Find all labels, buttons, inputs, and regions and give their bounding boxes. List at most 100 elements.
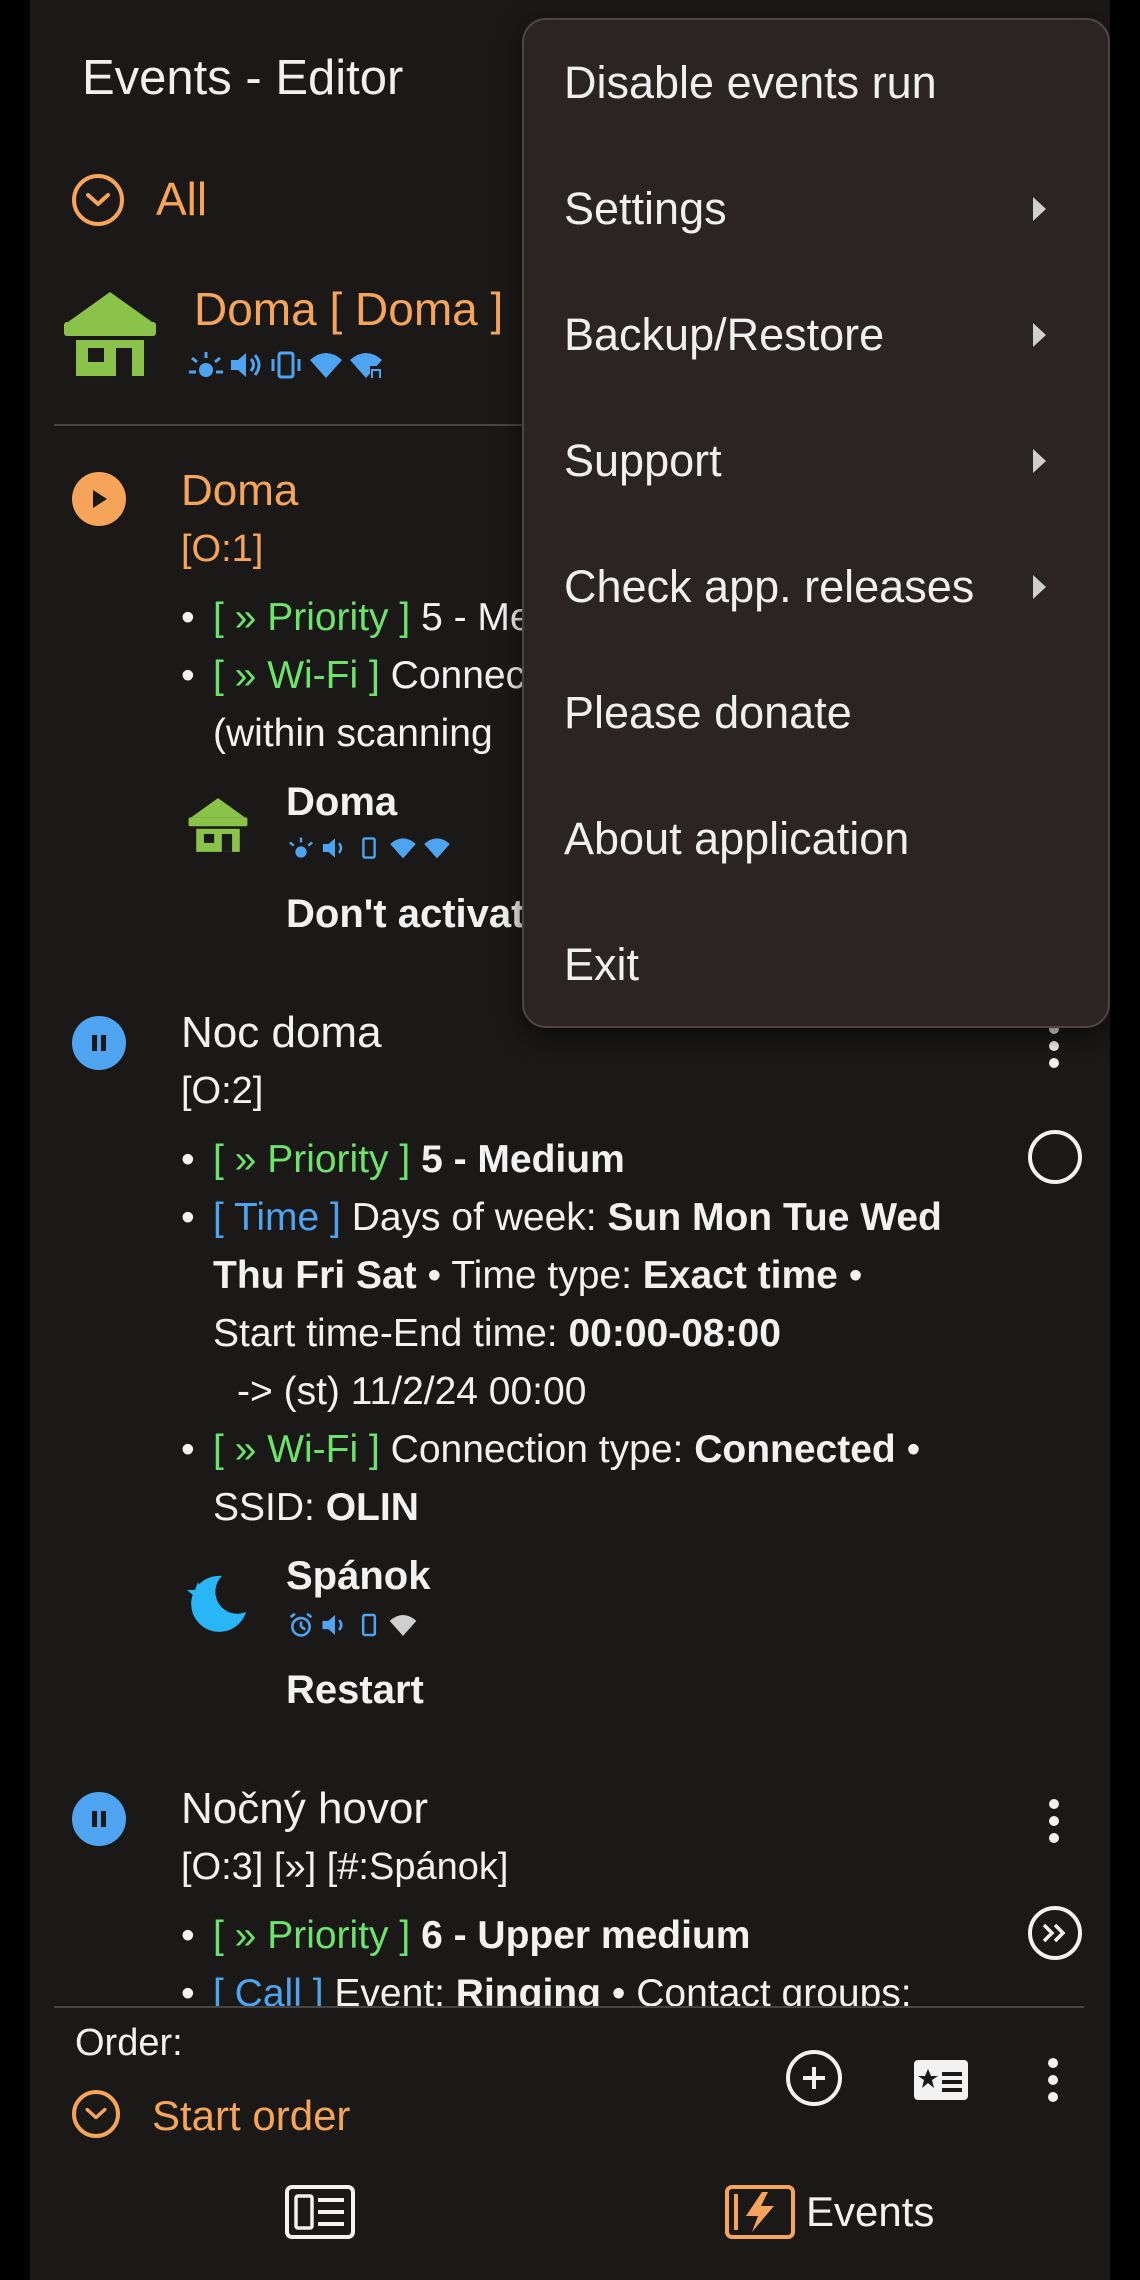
time-days-value: Sun Mon Tue Wed (607, 1196, 942, 1239)
time-type-label: • Time type: (427, 1254, 632, 1297)
brightness-icon (289, 837, 313, 858)
event-forward-status-icon[interactable] (1028, 1906, 1082, 1960)
overflow-menu: Disable events run Settings Backup/Resto… (522, 18, 1110, 1028)
priority-value: 5 - Me (421, 596, 532, 639)
event-start-status-icon[interactable] (1028, 1130, 1082, 1184)
event-name[interactable]: Noc doma (181, 1008, 382, 1058)
time-start-info: -> (st) 11/2/24 00:00 (237, 1370, 587, 1413)
time-line-2: Thu Fri Sat • Time type: Exact time • (213, 1254, 862, 1298)
time-days-value-cont: Thu Fri Sat (213, 1254, 417, 1297)
profile-card-icon[interactable] (912, 2058, 970, 2107)
event-profile-action: Don't activat (286, 892, 525, 936)
event-more-menu-icon[interactable] (1047, 1799, 1061, 1843)
order-dropdown-icon[interactable] (72, 2090, 120, 2138)
profile-settings-icons (188, 350, 384, 380)
profile-house-icon (186, 796, 250, 859)
wifi-type-label: Connection type: (390, 1428, 684, 1471)
volume-icon (322, 1615, 343, 1635)
vibrate-icon (271, 351, 301, 379)
vibrate-icon (361, 1613, 377, 1637)
event-profile-name: Spánok (286, 1554, 431, 1598)
event-priority-line: [ » Priority ] 5 - Medium (181, 1138, 625, 1182)
priority-value: 5 - Medium (421, 1138, 625, 1181)
wifi-tag: [ » Wi-Fi ] (213, 1428, 380, 1471)
event-profile-action: Restart (286, 1668, 424, 1712)
profiles-nav-icon[interactable] (284, 2184, 356, 2245)
wifi-off-icon (389, 1615, 417, 1636)
separator: • (848, 1254, 863, 1297)
time-tag: [ Time ] (213, 1196, 341, 1239)
menu-item-label: Disable events run (564, 57, 937, 108)
separator: • (906, 1428, 921, 1471)
event-name[interactable]: Doma (181, 466, 298, 516)
event-time-line: [ Time ] Days of week: Sun Mon Tue Wed (181, 1196, 942, 1240)
events-nav-icon[interactable] (724, 2184, 796, 2245)
event-order: [O:2] (181, 1070, 264, 1112)
event-profile-icons (286, 836, 452, 860)
time-line-3: Start time-End time: 00:00-08:00 (213, 1312, 781, 1356)
menu-item-label: About application (564, 813, 910, 864)
time-days-label: Days of week: (351, 1196, 597, 1239)
event-profile-icons (286, 1612, 418, 1638)
add-event-button[interactable] (786, 2050, 842, 2106)
priority-tag: [ » Priority ] (213, 1138, 411, 1181)
menu-item-label: Please donate (564, 687, 852, 738)
menu-item-donate[interactable]: Please donate (524, 650, 1108, 776)
wifi-lock-icon (350, 353, 382, 378)
submenu-arrow-icon (1033, 323, 1046, 347)
wifi-icon (310, 353, 342, 378)
filter-label[interactable]: All (156, 172, 207, 226)
time-type-value: Exact time (642, 1254, 838, 1297)
menu-item-label: Backup/Restore (564, 309, 885, 360)
page-title: Events - Editor (82, 51, 404, 105)
menu-item-settings[interactable]: Settings (524, 146, 1108, 272)
event-name[interactable]: Nočný hovor (181, 1784, 428, 1834)
vibrate-icon (362, 837, 376, 859)
event-order: [O:1] (181, 528, 264, 570)
menu-item-label: Exit (564, 939, 640, 990)
order-label: Order: (75, 2022, 183, 2064)
active-profile-name[interactable]: Doma [ Doma ] (194, 282, 503, 336)
event-more-menu-icon[interactable] (1047, 1024, 1061, 1068)
priority-value: 6 - Upper medium (421, 1914, 751, 1957)
menu-item-support[interactable]: Support (524, 398, 1108, 524)
wifi-lock-icon (424, 838, 450, 859)
event-wifi-line: [ » Wi-Fi ] Connec (181, 654, 526, 698)
wifi-text: Connec (390, 654, 526, 697)
menu-item-label: Check app. releases (564, 561, 975, 612)
menu-item-about[interactable]: About application (524, 776, 1108, 902)
bottom-panel: Order: Start order Events (30, 2006, 1110, 2280)
time-range-value: 00:00-08:00 (568, 1312, 781, 1355)
time-range-label: Start time-End time: (213, 1312, 558, 1355)
event-priority-line: [ » Priority ] 5 - Me (181, 596, 532, 640)
priority-tag: [ » Priority ] (213, 596, 411, 639)
event-profile-name: Doma (286, 780, 398, 824)
events-editor-screen: Events - Editor All Doma [ Doma ] Doma [… (30, 0, 1110, 2280)
volume-icon (323, 838, 343, 858)
alarm-icon (289, 1612, 313, 1637)
wifi-continuation: (within scanning (213, 712, 493, 755)
wifi-icon (390, 838, 416, 859)
event-priority-line: [ » Priority ] 6 - Upper medium (181, 1914, 751, 1958)
event-pause-status-button[interactable] (72, 1016, 126, 1070)
event-wifi-line: [ » Wi-Fi ] Connection type: Connected • (181, 1428, 921, 1472)
wifi-type-value: Connected (694, 1428, 896, 1471)
event-run-status-button[interactable] (72, 472, 126, 526)
menu-item-disable-events[interactable]: Disable events run (524, 20, 1108, 146)
moon-icon (182, 1568, 252, 1643)
submenu-arrow-icon (1033, 449, 1046, 473)
bottom-more-menu-icon[interactable] (1046, 2058, 1060, 2102)
event-order: [O:3] [»] [#:Spánok] (181, 1846, 509, 1888)
events-nav-label[interactable]: Events (806, 2188, 934, 2236)
menu-item-label: Settings (564, 183, 727, 234)
menu-item-backup-restore[interactable]: Backup/Restore (524, 272, 1108, 398)
order-value[interactable]: Start order (152, 2092, 350, 2140)
wifi-ssid-value: OLIN (325, 1486, 419, 1529)
brightness-icon (189, 352, 223, 377)
volume-icon (231, 353, 261, 377)
menu-item-exit[interactable]: Exit (524, 902, 1108, 1028)
menu-item-check-releases[interactable]: Check app. releases (524, 524, 1108, 650)
event-pause-status-button[interactable] (72, 1792, 126, 1846)
wifi-tag: [ » Wi-Fi ] (213, 654, 380, 697)
filter-dropdown-icon[interactable] (72, 174, 124, 226)
